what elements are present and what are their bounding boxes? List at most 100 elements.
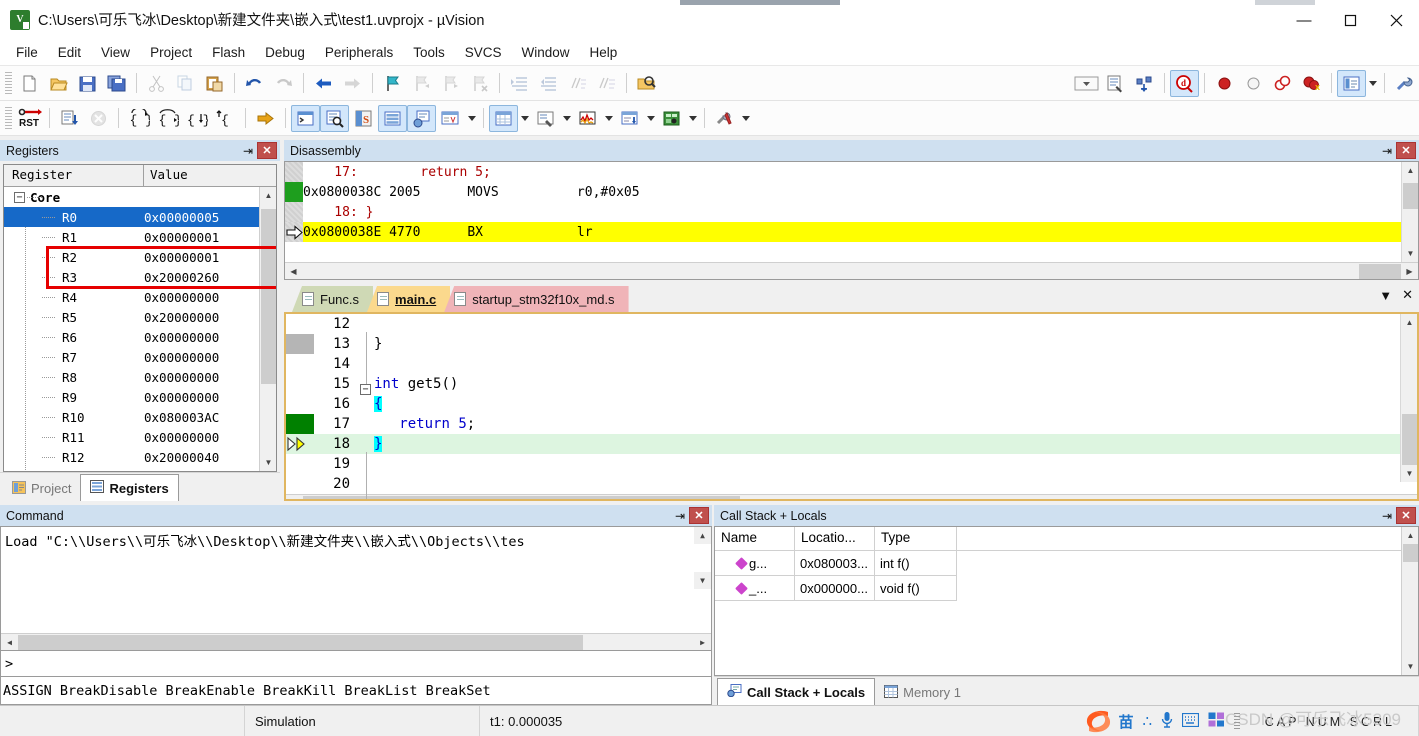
watch-window-icon[interactable] (436, 105, 465, 132)
callstack-close-button[interactable]: ✕ (1396, 507, 1416, 524)
disable-breakpoint-icon[interactable] (1239, 70, 1268, 97)
disassembly-close-button[interactable]: ✕ (1396, 142, 1416, 159)
ime-punctuation-icon[interactable]: ∴ (1142, 712, 1152, 730)
close-button[interactable] (1373, 0, 1419, 40)
register-value[interactable]: 0x00000000 (144, 370, 276, 385)
registers-window-icon[interactable] (378, 104, 407, 132)
registers-column-value[interactable]: Value (144, 165, 276, 186)
tab-main-c[interactable]: main.c (367, 286, 451, 312)
scroll-right-arrow[interactable]: ▶ (694, 633, 711, 650)
register-value[interactable]: 0x00000005 (144, 210, 276, 225)
analysis-window-dropdown[interactable] (602, 105, 615, 132)
trace-window-dropdown[interactable] (644, 105, 657, 132)
scroll-up-arrow[interactable]: ▲ (1402, 162, 1418, 179)
scroll-down-arrow[interactable]: ▼ (1401, 465, 1417, 482)
menu-item-help[interactable]: Help (580, 42, 628, 63)
paste-icon[interactable] (200, 70, 229, 97)
table-row[interactable]: R10 0x080003AC (4, 407, 276, 427)
editor-vertical-scrollbar[interactable]: ▲ ▼ (1400, 314, 1417, 482)
scroll-up-arrow[interactable]: ▲ (260, 187, 276, 204)
disassembly-gutter[interactable] (285, 202, 303, 222)
serial-window-icon[interactable] (531, 105, 560, 132)
editor-marker-gutter[interactable] (286, 374, 314, 394)
registers-pin-icon[interactable]: ⇥ (239, 141, 257, 160)
tab-list-dropdown-icon[interactable]: ▼ (1379, 288, 1392, 303)
table-row[interactable]: R11 0x00000000 (4, 427, 276, 447)
disassembly-lines[interactable]: 17: return 5; 0x0800038C 2005 MOVS r0,#0… (285, 162, 1418, 262)
scroll-down-arrow[interactable]: ▼ (260, 454, 276, 471)
symbols-window-icon[interactable]: S (349, 105, 378, 132)
toolbar-grip[interactable] (5, 107, 12, 129)
table-row[interactable]: R12 0x20000040 (4, 447, 276, 467)
ime-language-icon[interactable]: 苗 (1118, 711, 1133, 732)
menu-item-project[interactable]: Project (140, 42, 202, 63)
menu-item-svcs[interactable]: SVCS (455, 42, 512, 63)
reset-cpu-icon[interactable]: RST (15, 105, 44, 132)
sidebar-item-project[interactable]: Project (3, 476, 80, 501)
registers-vertical-scrollbar[interactable]: ▲ ▼ (259, 187, 276, 471)
menu-item-file[interactable]: File (6, 42, 48, 63)
menu-item-tools[interactable]: Tools (403, 42, 455, 63)
editor-marker-gutter[interactable] (286, 314, 314, 334)
menu-item-window[interactable]: Window (511, 42, 579, 63)
bookmark-toggle-icon[interactable] (378, 70, 407, 97)
disassembly-current-line[interactable]: 0x0800038E 4770 BX lr (285, 222, 1418, 242)
register-value[interactable]: 0x00000001 (144, 230, 276, 245)
editor-line[interactable]: 15 int get5() (286, 374, 1417, 394)
breakpoint-marker-icon[interactable] (286, 414, 314, 434)
maximize-button[interactable] (1327, 0, 1373, 40)
callstack-vertical-scrollbar[interactable]: ▲ ▼ (1401, 527, 1418, 675)
scroll-thumb[interactable] (261, 209, 276, 384)
tab-memory-1[interactable]: Memory 1 (875, 680, 970, 705)
run-to-cursor-icon[interactable]: { } (211, 105, 240, 132)
table-row[interactable]: R2 0x00000001 (4, 247, 276, 267)
editor-marker-gutter[interactable] (286, 454, 314, 474)
menu-item-view[interactable]: View (91, 42, 140, 63)
menu-item-edit[interactable]: Edit (48, 42, 91, 63)
undo-icon[interactable] (240, 70, 269, 97)
stop-icon[interactable] (84, 105, 113, 132)
disassembly-window-icon[interactable] (320, 104, 349, 132)
editor-marker-gutter[interactable] (286, 474, 314, 494)
project-window-icon[interactable] (1337, 69, 1366, 97)
table-row[interactable]: R9 0x00000000 (4, 387, 276, 407)
scroll-thumb[interactable] (1359, 263, 1401, 279)
target-options-icon[interactable] (1101, 70, 1130, 97)
sogou-logo-icon[interactable] (1083, 709, 1111, 733)
start-debug-icon[interactable]: d (1170, 69, 1199, 97)
disassembly-gutter[interactable] (285, 162, 303, 182)
disassembly-horizontal-scrollbar[interactable]: ◀ ▶ (285, 262, 1418, 279)
memory-window-icon[interactable] (489, 104, 518, 132)
callstack-pin-icon[interactable]: ⇥ (1378, 506, 1396, 525)
register-value[interactable]: 0x20000658 (144, 470, 276, 472)
command-output[interactable]: Load "C:\\Users\\可乐飞冰\\Desktop\\新建文件夹\\嵌… (0, 526, 712, 651)
scroll-thumb[interactable] (1403, 544, 1418, 562)
registers-close-button[interactable]: ✕ (257, 142, 277, 159)
menu-item-peripherals[interactable]: Peripherals (315, 42, 403, 63)
new-file-icon[interactable] (15, 70, 44, 97)
table-row[interactable]: R3 0x20000260 (4, 267, 276, 287)
find-in-files-icon[interactable] (632, 70, 661, 97)
disable-all-breakpoints-icon[interactable] (1268, 70, 1297, 97)
command-horizontal-scrollbar[interactable]: ◀ ▶ (1, 633, 711, 650)
scroll-down-arrow[interactable]: ▼ (1402, 245, 1418, 262)
register-value[interactable]: 0x00000000 (144, 350, 276, 365)
ime-voice-input-icon[interactable] (1161, 711, 1173, 732)
open-file-icon[interactable] (44, 70, 73, 97)
register-group-core[interactable]: − Core (4, 187, 276, 207)
editor-line[interactable]: 12 (286, 314, 1417, 334)
system-viewer-icon[interactable] (657, 105, 686, 132)
table-row[interactable]: R13 (SP) 0x20000658 (4, 467, 276, 472)
project-window-dropdown[interactable] (1366, 70, 1379, 97)
table-row[interactable]: g... 0x080003... int f() (715, 551, 1418, 576)
register-value[interactable]: 0x00000000 (144, 430, 276, 445)
step-over-icon[interactable]: { } (153, 105, 182, 132)
collapse-icon[interactable]: − (14, 191, 25, 203)
table-row[interactable]: R6 0x00000000 (4, 327, 276, 347)
table-row[interactable]: R8 0x00000000 (4, 367, 276, 387)
insert-breakpoint-icon[interactable] (1210, 70, 1239, 97)
code-editor[interactable]: 12 13 } 14 15 int get5() 16 − {17 retur… (284, 312, 1419, 501)
scroll-left-arrow[interactable]: ◀ (286, 494, 303, 499)
table-row[interactable]: R0 0x00000005 (4, 207, 276, 227)
fold-collapse-icon[interactable]: − (360, 384, 371, 395)
